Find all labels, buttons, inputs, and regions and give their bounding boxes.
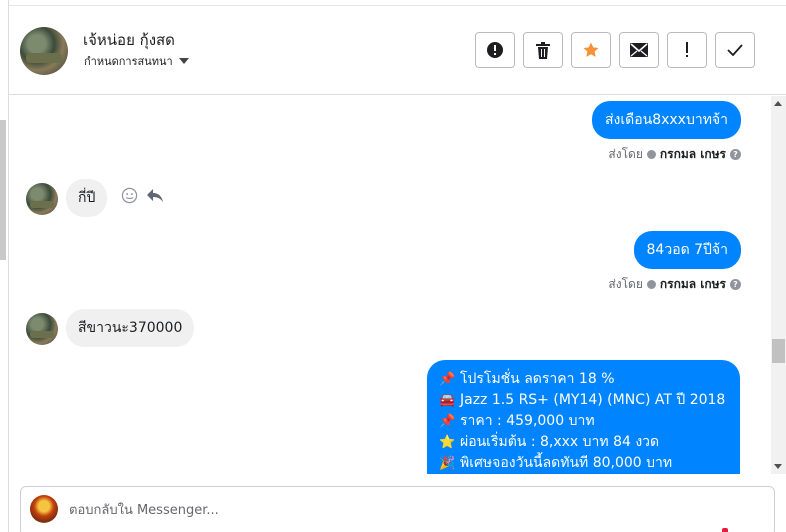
promotion-message-bubble[interactable]: 📌 โปรโมชั่น ลดราคา 18 % 🚘 Jazz 1.5 RS+ (… [427,360,740,474]
header-actions [475,32,755,68]
question-icon[interactable]: ? [730,149,741,160]
incoming-message-bubble[interactable]: สีขาวนะ370000 [66,309,195,347]
mark-unread-button[interactable] [619,32,659,68]
conversation-settings-dropdown[interactable]: กำหนดการสนทนา [84,52,189,70]
conversation-settings-label: กำหนดการสนทนา [84,55,173,68]
sender-name[interactable]: กรกมล เกษร [660,145,726,164]
left-panel-edge [0,0,9,532]
star-icon: ⭐ [439,435,456,450]
reply-input[interactable] [69,497,749,523]
contact-name[interactable]: เจ้หน่อย กุ้งสด [83,28,175,52]
promo-line: 📌 ราคา : 459,000 บาท [439,411,728,432]
sent-by-info: ส่งโดย กรกมล เกษร ? [608,145,741,164]
sent-by-info: ส่งโดย กรกมล เกษร ? [608,275,741,294]
promo-line: 📌 โปรโมชั่น ลดราคา 18 % [439,369,728,390]
sent-by-label: ส่งโดย [608,147,643,161]
star-button[interactable] [571,32,611,68]
scrollbar-thumb[interactable] [772,339,785,363]
promo-text: Jazz 1.5 RS+ (MY14) (MNC) AT ปี 2018 [460,392,726,408]
pushpin-icon: 📌 [439,414,456,429]
car-icon: 🚘 [439,393,456,408]
contact-avatar-small[interactable] [26,183,58,215]
envelope-icon [630,43,648,57]
scroll-down-arrow-icon[interactable] [774,464,782,469]
outgoing-message-bubble[interactable]: ส่งเดือน8xxxบาทจ้า [591,101,741,139]
promo-text: โปรโมชั่น ลดราคา 18 % [460,371,615,387]
party-popper-icon: 🎉 [439,456,456,471]
promo-text: พิเศษจองวันนี้ลดทันที 80,000 บาท [460,455,673,471]
trash-icon [536,41,550,59]
question-icon[interactable]: ? [730,279,741,290]
sender-name[interactable]: กรกมล เกษร [660,275,726,294]
thread-scrollbar[interactable] [771,96,786,474]
delete-button[interactable] [523,32,563,68]
outgoing-message-bubble[interactable]: 84วอด 7ปีจ้า [633,231,741,269]
incoming-message-bubble[interactable]: กี่ปี [66,179,108,217]
left-scrollbar-thumb[interactable] [0,120,6,260]
promo-text: ราคา : 459,000 บาท [460,413,595,429]
notification-indicator [722,528,728,532]
done-button[interactable] [715,32,755,68]
emoji-react-icon[interactable] [121,187,138,204]
reply-composer [20,486,775,532]
exclamation-icon [686,42,688,57]
promo-text: ผ่อนเริ่มต้น : 8,xxx บาท 84 งวด [460,434,660,450]
verified-icon [646,280,656,289]
promo-line: ⭐ ผ่อนเริ่มต้น : 8,xxx บาท 84 งวด [439,432,728,453]
contact-avatar-small[interactable] [26,313,58,345]
page-avatar [30,495,58,523]
star-icon [583,42,599,57]
important-button[interactable] [667,32,707,68]
checkmark-icon [727,44,743,56]
promo-line: 🎉 พิเศษจองวันนี้ลดทันที 80,000 บาท [439,453,728,474]
promo-line: 🚘 Jazz 1.5 RS+ (MY14) (MNC) AT ปี 2018 [439,390,728,411]
report-button[interactable] [475,32,515,68]
conversation-header: เจ้หน่อย กุ้งสด กำหนดการสนทนา [9,6,786,95]
scroll-up-arrow-icon[interactable] [774,101,782,106]
exclamation-circle-icon [487,42,503,58]
caret-down-icon [178,58,189,64]
message-hover-tools [121,187,164,204]
verified-icon [646,150,656,159]
messenger-conversation-window: เจ้หน่อย กุ้งสด กำหนดการสนทนา ส่งเดือน8x… [0,0,786,532]
sent-by-label: ส่งโดย [608,277,643,291]
pushpin-icon: 📌 [439,372,456,387]
contact-avatar[interactable] [20,27,68,75]
message-thread[interactable]: ส่งเดือน8xxxบาทจ้า ส่งโดย กรกมล เกษร ? ก… [9,96,771,474]
reply-icon[interactable] [146,188,164,204]
